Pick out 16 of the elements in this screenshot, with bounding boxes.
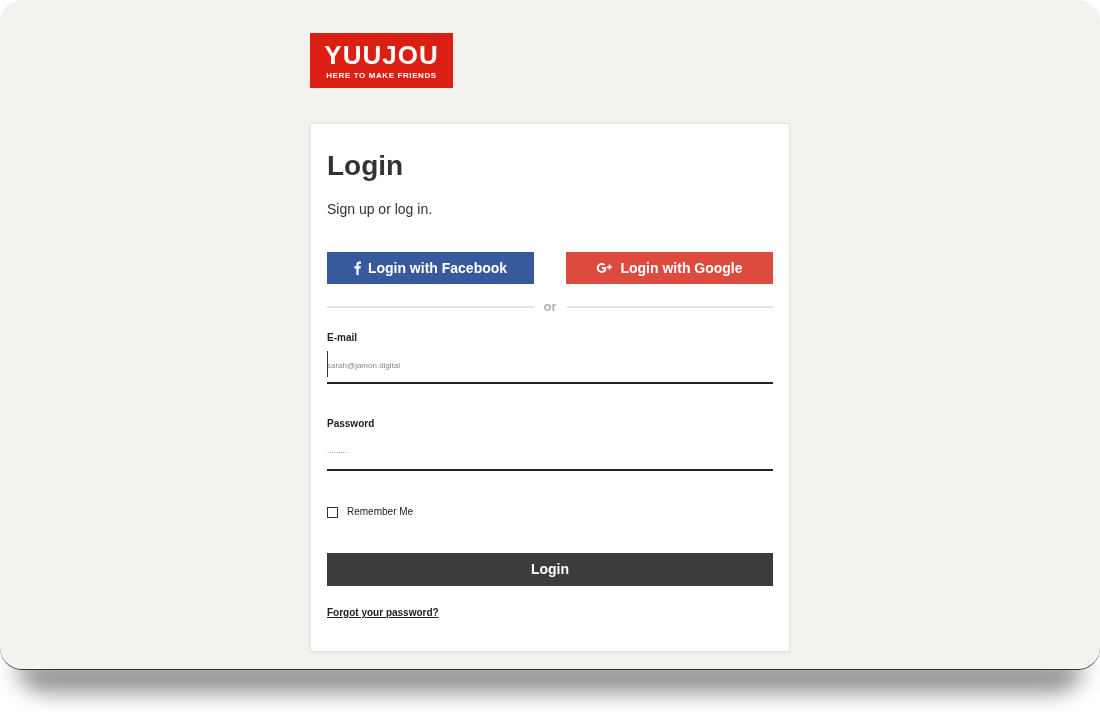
remember-checkbox[interactable] (327, 506, 338, 518)
field-label: E-mail (327, 331, 357, 345)
logo[interactable]: YUUJOU HERE TO MAKE FRIENDS (310, 33, 453, 88)
google-login-button[interactable]: Login with Google (566, 252, 773, 284)
password-field[interactable]: ......... (327, 431, 773, 471)
facebook-f-icon (353, 261, 361, 275)
divider-text: or (542, 299, 558, 315)
forgot-password-link[interactable]: Forgot your password? (327, 606, 439, 620)
google-plus-icon (596, 262, 614, 274)
page-title: Login (327, 149, 404, 183)
email-field[interactable]: sarah@jamon.digital (327, 345, 773, 384)
login-button[interactable]: Login (327, 553, 773, 586)
field-label: Password (327, 417, 375, 431)
checkbox-label: Remember Me (347, 506, 414, 518)
facebook-login-button[interactable]: Login with Facebook (327, 252, 534, 284)
subtitle-text: Sign up or log in. (327, 200, 433, 219)
